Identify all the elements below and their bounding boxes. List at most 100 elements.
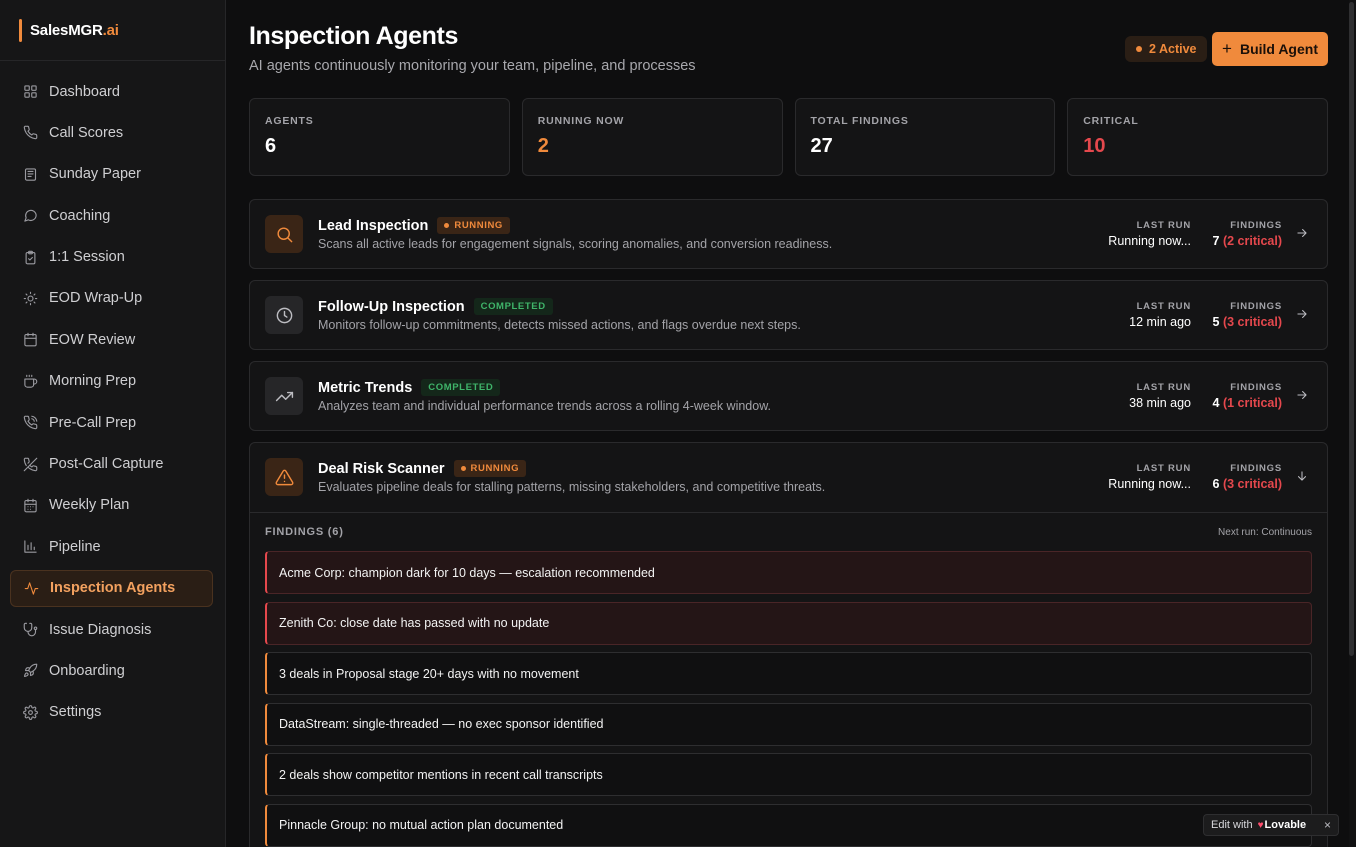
agent-card-deal-risk-scanner[interactable]: Deal Risk Scanner RUNNING Evaluates pipel… bbox=[249, 442, 1328, 847]
sidebar-item-weekly-plan[interactable]: Weekly Plan bbox=[10, 487, 213, 524]
last-run-value: 12 min ago bbox=[1129, 315, 1191, 329]
findings-panel-header: FINDINGS (6) Next run: Continuous bbox=[265, 513, 1312, 551]
findings-summary: FINDINGS 6 (3 critical) bbox=[1213, 463, 1283, 491]
status-badge: RUNNING bbox=[453, 460, 527, 477]
agent-card-metric-trends[interactable]: Metric Trends COMPLETED Analyzes team and… bbox=[249, 361, 1328, 431]
sidebar-item-eod-wrap-up[interactable]: EOD Wrap-Up bbox=[10, 280, 213, 317]
finding-item[interactable]: Acme Corp: champion dark for 10 days — e… bbox=[265, 551, 1312, 594]
stat-card-critical: CRITICAL 10 bbox=[1067, 98, 1328, 176]
stat-label: AGENTS bbox=[265, 115, 314, 127]
sidebar-item-label: 1:1 Session bbox=[49, 249, 125, 266]
last-run-label: LAST RUN bbox=[1136, 463, 1191, 474]
status-badge: RUNNING bbox=[437, 217, 510, 234]
arrow-right-icon[interactable] bbox=[1295, 226, 1311, 242]
sidebar-item-inspection-agents[interactable]: Inspection Agents bbox=[10, 569, 213, 607]
arrow-down-icon[interactable] bbox=[1295, 469, 1311, 485]
activity-icon bbox=[23, 580, 39, 596]
last-run: LAST RUN Running now... bbox=[1108, 220, 1191, 248]
stat-label: CRITICAL bbox=[1083, 115, 1139, 127]
agent-name-text: Follow-Up Inspection bbox=[318, 298, 465, 315]
sidebar-item-label: Morning Prep bbox=[49, 373, 137, 390]
calendar-days-icon bbox=[22, 497, 38, 513]
sidebar-item-dashboard[interactable]: Dashboard bbox=[10, 73, 213, 110]
sidebar-item-onboarding[interactable]: Onboarding bbox=[10, 652, 213, 689]
arrow-right-icon[interactable] bbox=[1295, 307, 1311, 323]
sidebar-item-label: Post-Call Capture bbox=[49, 456, 164, 473]
brand[interactable]: SalesMGR.ai bbox=[0, 0, 225, 61]
sidebar-item-eow-review[interactable]: EOW Review bbox=[10, 321, 213, 358]
brand-suffix: .ai bbox=[102, 21, 119, 39]
bar-chart-icon bbox=[22, 539, 38, 555]
status-badge-text: COMPLETED bbox=[480, 301, 546, 312]
gear-icon bbox=[22, 704, 38, 720]
finding-item[interactable]: Zenith Co: close date has passed with no… bbox=[265, 601, 1312, 645]
edit-badge-brand: Lovable bbox=[1264, 819, 1307, 831]
sun-icon bbox=[22, 290, 38, 306]
phone-call-icon bbox=[22, 415, 38, 431]
stat-label: TOTAL FINDINGS bbox=[810, 115, 909, 127]
last-run-label: LAST RUN bbox=[1136, 220, 1191, 231]
last-run-value: Running now... bbox=[1108, 234, 1191, 248]
page-scrollbar[interactable] bbox=[1349, 0, 1356, 847]
stethoscope-icon bbox=[22, 622, 38, 638]
active-status-badge: 2 Active bbox=[1125, 36, 1208, 62]
findings-value: 4 (1 critical) bbox=[1213, 396, 1283, 410]
build-agent-button[interactable]: + Build Agent bbox=[1212, 32, 1328, 66]
finding-item[interactable]: 2 deals show competitor mentions in rece… bbox=[265, 753, 1312, 796]
active-count: 2 Active bbox=[1149, 42, 1197, 56]
arrow-right-icon[interactable] bbox=[1295, 388, 1311, 404]
sidebar-item-label: Weekly Plan bbox=[49, 497, 130, 514]
stat-value: 2 bbox=[537, 135, 549, 157]
search-icon bbox=[265, 215, 303, 253]
newspaper-icon bbox=[22, 166, 38, 182]
page-title: Inspection Agents bbox=[249, 22, 458, 50]
sidebar-item-pre-call-prep[interactable]: Pre-Call Prep bbox=[10, 404, 213, 441]
findings-critical: (3 critical) bbox=[1222, 315, 1282, 329]
agent-name: Lead Inspection RUNNING bbox=[318, 217, 510, 234]
agent-description: Evaluates pipeline deals for stalling pa… bbox=[318, 480, 826, 494]
sidebar-item-pipeline[interactable]: Pipeline bbox=[10, 528, 213, 565]
brand-name: SalesMGR bbox=[30, 21, 103, 39]
findings-panel: FINDINGS (6) Next run: Continuous Acme C… bbox=[250, 512, 1327, 847]
finding-item[interactable]: DataStream: single-threaded — no exec sp… bbox=[265, 702, 1312, 746]
sidebar-item-issue-diagnosis[interactable]: Issue Diagnosis bbox=[10, 611, 213, 648]
sidebar-item-call-scores[interactable]: Call Scores bbox=[10, 114, 213, 151]
warning-icon bbox=[265, 458, 303, 496]
findings-critical: (1 critical) bbox=[1222, 396, 1282, 410]
edit-with-lovable-badge[interactable]: Edit with ♥ Lovable × bbox=[1203, 814, 1339, 836]
coffee-icon bbox=[22, 373, 38, 389]
stat-value: 27 bbox=[810, 135, 833, 157]
status-dot-icon bbox=[444, 223, 450, 228]
sidebar-item-label: Pre-Call Prep bbox=[49, 414, 137, 431]
plus-icon: + bbox=[1222, 39, 1232, 58]
agent-name: Metric Trends COMPLETED bbox=[318, 379, 501, 396]
brand-logo: SalesMGR.ai bbox=[30, 22, 119, 39]
findings-summary: FINDINGS 5 (3 critical) bbox=[1213, 301, 1283, 329]
build-agent-label: Build Agent bbox=[1239, 41, 1318, 57]
sidebar-item-label: EOW Review bbox=[49, 331, 136, 348]
findings-label: FINDINGS bbox=[1230, 220, 1282, 231]
agent-card-lead-inspection[interactable]: Lead Inspection RUNNING Scans all active … bbox=[249, 199, 1328, 269]
sidebar-item-settings[interactable]: Settings bbox=[10, 694, 213, 731]
sidebar-item-label: EOD Wrap-Up bbox=[49, 290, 143, 307]
last-run: LAST RUN 12 min ago bbox=[1129, 301, 1191, 329]
sidebar-item-1-1-session[interactable]: 1:1 Session bbox=[10, 239, 213, 276]
sidebar-item-sunday-paper[interactable]: Sunday Paper bbox=[10, 156, 213, 193]
finding-item[interactable]: Pinnacle Group: no mutual action plan do… bbox=[265, 803, 1312, 847]
status-dot-icon bbox=[1136, 46, 1142, 52]
finding-item[interactable]: 3 deals in Proposal stage 20+ days with … bbox=[265, 652, 1312, 695]
agent-name: Follow-Up Inspection COMPLETED bbox=[318, 298, 553, 315]
agent-list: Lead Inspection RUNNING Scans all active … bbox=[249, 199, 1328, 847]
grid-icon bbox=[22, 84, 38, 100]
sidebar-item-coaching[interactable]: Coaching bbox=[10, 197, 213, 234]
close-icon[interactable]: × bbox=[1324, 818, 1331, 832]
sidebar-item-post-call-capture[interactable]: Post-Call Capture bbox=[10, 446, 213, 483]
scrollbar-thumb[interactable] bbox=[1349, 2, 1354, 656]
trending-up-icon bbox=[265, 377, 303, 415]
findings-count: 7 bbox=[1212, 234, 1220, 248]
stat-value: 10 bbox=[1083, 135, 1106, 157]
findings-value: 7 (2 critical) bbox=[1213, 234, 1283, 248]
agent-card-follow-up-inspection[interactable]: Follow-Up Inspection COMPLETED Monitors f… bbox=[249, 280, 1328, 350]
phone-icon bbox=[22, 125, 38, 141]
sidebar-item-morning-prep[interactable]: Morning Prep bbox=[10, 363, 213, 400]
